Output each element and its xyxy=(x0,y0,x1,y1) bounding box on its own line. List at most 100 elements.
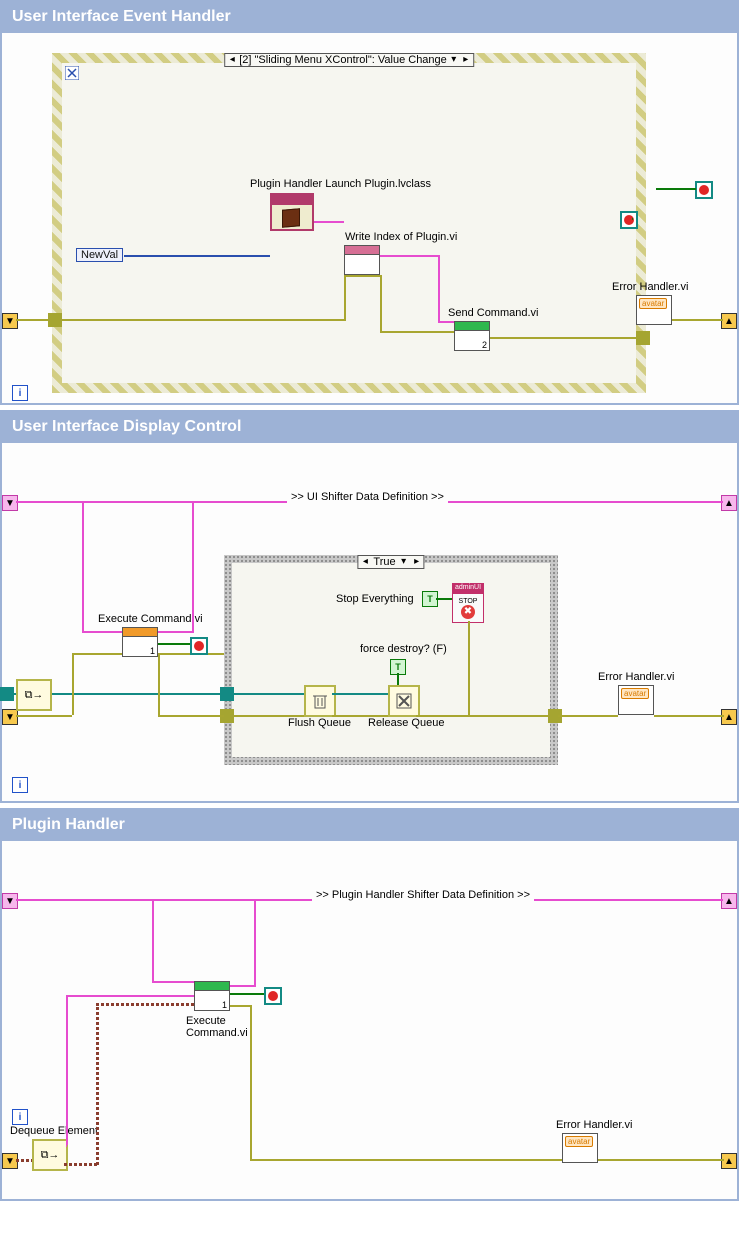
wire-olive xyxy=(672,319,722,321)
shift-register-left-icon[interactable]: ▼ xyxy=(2,709,18,725)
event-case-selector[interactable]: ◂ [2] "Sliding Menu XControl": Value Cha… xyxy=(224,53,474,67)
event-structure[interactable]: ◂ [2] "Sliding Menu XControl": Value Cha… xyxy=(52,53,646,393)
wire-pink xyxy=(152,899,154,981)
plugin-class-label: Plugin Handler Launch Plugin.lvclass xyxy=(250,178,431,190)
wire-pink xyxy=(438,255,440,323)
wire-pink xyxy=(438,321,454,323)
next-case-icon[interactable]: ▸ xyxy=(412,556,422,568)
wire-green xyxy=(230,993,264,995)
tunnel-teal-icon xyxy=(0,687,14,701)
dequeue-element-node[interactable]: ⧉→ xyxy=(32,1139,68,1171)
wire-olive xyxy=(230,1005,250,1007)
wire-olive xyxy=(416,715,470,717)
wire-pink xyxy=(152,981,194,983)
loop-iteration-icon: i xyxy=(12,777,28,793)
wire-green xyxy=(656,188,696,190)
wire-olive xyxy=(16,715,48,717)
shifter-wire-label: >> UI Shifter Data Definition >> xyxy=(287,491,448,503)
execute-command-label: Execute Command.vi xyxy=(186,1015,256,1039)
panel-title: User Interface Event Handler xyxy=(2,2,737,33)
wire-pink xyxy=(66,995,194,997)
send-command-label: Send Command.vi xyxy=(448,307,539,319)
wire-olive xyxy=(250,1005,252,1159)
shift-register-left-icon[interactable]: ▼ xyxy=(2,495,18,511)
event-case-label: [2] "Sliding Menu XControl": Value Chang… xyxy=(239,54,447,66)
write-index-vi[interactable] xyxy=(344,245,380,275)
next-case-icon[interactable]: ▸ xyxy=(461,54,471,66)
wire-pink xyxy=(158,631,194,633)
panel3-body: ▼ ▲ ▼ ▲ i >> Plugin Handler Shifter Data… xyxy=(2,841,737,1199)
wire-blue xyxy=(124,255,270,257)
prev-case-icon[interactable]: ◂ xyxy=(227,54,237,66)
error-handler-vi[interactable]: avatar xyxy=(618,685,654,715)
wire-brown xyxy=(96,1003,99,1165)
error-indicator-icon xyxy=(264,987,282,1005)
error-indicator-icon xyxy=(695,181,713,199)
error-handler-vi[interactable]: avatar xyxy=(636,295,672,325)
admin-ui-stop-vi[interactable]: adminUI STOP✖ xyxy=(452,583,484,623)
case-dropdown-icon[interactable]: ▾ xyxy=(449,54,459,66)
send-command-vi[interactable]: 2 xyxy=(454,321,490,351)
event-data-newval[interactable]: NewVal xyxy=(76,248,123,262)
panel-title: Plugin Handler xyxy=(2,810,737,841)
execute-command-label: Execute Command.vi xyxy=(98,613,203,625)
wire-teal xyxy=(332,693,388,695)
wire-olive xyxy=(158,653,160,715)
shift-register-left-icon[interactable]: ▼ xyxy=(2,313,18,329)
wire-pink xyxy=(82,501,84,631)
panel-ui-event-handler: User Interface Event Handler ▼ ▲ i ◂ [2]… xyxy=(0,0,739,405)
case-structure[interactable]: ◂ True ▾ ▸ Stop Everything T adminUI STO… xyxy=(224,555,558,765)
flush-queue-label: Flush Queue xyxy=(288,717,351,729)
wire-green xyxy=(436,598,452,600)
execute-command-vi[interactable]: 1 xyxy=(194,981,230,1011)
tunnel-teal-icon xyxy=(220,687,234,701)
case-value-label: True xyxy=(373,556,395,568)
wire-olive xyxy=(48,715,72,717)
case-dropdown-icon[interactable]: ▾ xyxy=(399,556,409,568)
flush-queue-node[interactable] xyxy=(304,685,336,717)
x-box-icon xyxy=(395,692,413,710)
shift-register-left-icon[interactable]: ▼ xyxy=(2,893,18,909)
wire-olive xyxy=(490,337,646,339)
wire-brown xyxy=(96,1003,194,1006)
wire-teal xyxy=(224,693,304,695)
plugin-class-constant[interactable] xyxy=(270,193,314,231)
error-handler-label: Error Handler.vi xyxy=(598,671,674,683)
trash-icon xyxy=(311,692,329,710)
panel-ui-display-control: User Interface Display Control ▼ ▲ ▼ ▲ i… xyxy=(0,410,739,803)
prev-case-icon[interactable]: ◂ xyxy=(360,556,370,568)
execute-command-vi[interactable]: 1 xyxy=(122,627,158,657)
event-data-close-icon[interactable] xyxy=(65,66,79,80)
wire-pink xyxy=(66,995,68,1145)
wire-olive xyxy=(72,653,122,655)
wire-olive xyxy=(468,715,558,717)
error-handler-label: Error Handler.vi xyxy=(612,281,688,293)
shift-register-right-icon[interactable]: ▲ xyxy=(721,495,737,511)
shift-register-right-icon[interactable]: ▲ xyxy=(721,709,737,725)
wire-olive xyxy=(654,715,724,717)
panel-title: User Interface Display Control xyxy=(2,412,737,443)
panel2-body: ▼ ▲ ▼ ▲ i >> UI Shifter Data Definition … xyxy=(2,443,737,801)
error-tunnel-icon xyxy=(620,211,638,229)
wire-olive xyxy=(332,715,388,717)
error-handler-vi[interactable]: avatar xyxy=(562,1133,598,1163)
case-selector[interactable]: ◂ True ▾ ▸ xyxy=(357,555,424,569)
wire-olive xyxy=(380,331,454,333)
release-queue-node[interactable] xyxy=(388,685,420,717)
wire-olive xyxy=(158,715,224,717)
force-destroy-label: force destroy? (F) xyxy=(360,643,447,655)
wire-olive xyxy=(72,653,74,715)
shift-register-right-icon[interactable]: ▲ xyxy=(721,1153,737,1169)
tunnel-olive-icon xyxy=(48,313,62,327)
stop-everything-label: Stop Everything xyxy=(336,593,414,605)
wire-olive xyxy=(52,319,344,321)
shift-register-right-icon[interactable]: ▲ xyxy=(721,893,737,909)
write-index-label: Write Index of Plugin.vi xyxy=(345,231,457,243)
release-queue-label: Release Queue xyxy=(368,717,444,729)
wire-pink xyxy=(192,501,194,633)
dequeue-element-node[interactable]: ⧉→ xyxy=(16,679,52,711)
wire-olive xyxy=(380,275,382,331)
error-handler-label: Error Handler.vi xyxy=(556,1119,632,1131)
wire-green xyxy=(158,643,190,645)
shift-register-right-icon[interactable]: ▲ xyxy=(721,313,737,329)
